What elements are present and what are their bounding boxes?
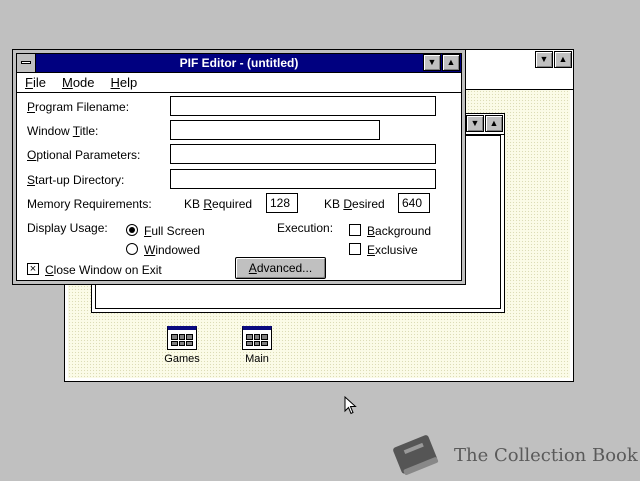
menu-mode[interactable]: Mode	[54, 75, 103, 90]
group-icon-main[interactable]: Main	[227, 326, 287, 365]
startup-directory-label: Start-up Directory:	[27, 173, 125, 187]
window-title: PIF Editor - (untitled)	[179, 56, 299, 70]
window-title-label: Window Title:	[27, 124, 99, 138]
exclusive-label[interactable]: Exclusive	[367, 243, 418, 257]
exclusive-checkbox[interactable]	[349, 243, 361, 255]
memory-requirements-label: Memory Requirements:	[27, 197, 152, 211]
group-minimize-button[interactable]: ▼	[466, 115, 484, 132]
program-group-icon	[242, 326, 272, 350]
optional-parameters-input[interactable]	[170, 144, 436, 164]
optional-parameters-label: Optional Parameters:	[27, 148, 141, 162]
checked-x-icon: ×	[29, 263, 37, 275]
system-menu-button[interactable]	[17, 54, 36, 72]
windowed-label[interactable]: Windowed	[144, 243, 200, 257]
triangle-up-icon: ▲	[489, 118, 499, 128]
windowed-radio[interactable]	[126, 243, 138, 255]
close-on-exit-label[interactable]: Close Window on Exit	[45, 263, 162, 277]
display-usage-label: Display Usage:	[27, 221, 108, 235]
menu-bar: File Mode Help	[17, 73, 461, 93]
minimize-button[interactable]: ▼	[423, 54, 441, 71]
mouse-pointer-icon	[344, 396, 357, 415]
background-label[interactable]: Background	[367, 224, 431, 238]
window-title-input[interactable]	[170, 120, 380, 140]
program-filename-input[interactable]	[170, 96, 436, 116]
kb-desired-input[interactable]	[398, 193, 430, 213]
maximize-button[interactable]: ▲	[442, 54, 460, 71]
maximize-button[interactable]: ▲	[554, 51, 572, 68]
advanced-button[interactable]: Advanced...	[235, 257, 326, 279]
group-maximize-button[interactable]: ▲	[485, 115, 503, 132]
program-group-icon	[167, 326, 197, 350]
kb-desired-label: KB Desired	[324, 197, 385, 211]
watermark-text: The Collection Book	[454, 445, 638, 466]
group-icon-games[interactable]: Games	[152, 326, 212, 365]
triangle-up-icon: ▲	[558, 54, 568, 64]
kb-required-label: KB Required	[184, 197, 253, 211]
background-checkbox[interactable]	[349, 224, 361, 236]
full-screen-label[interactable]: Full Screen	[144, 224, 205, 238]
triangle-down-icon: ▼	[539, 54, 549, 64]
close-on-exit-checkbox[interactable]: ×	[27, 263, 39, 275]
menu-help[interactable]: Help	[103, 75, 146, 90]
pif-editor-window: PIF Editor - (untitled) ▼ ▲ File Mode He…	[12, 49, 466, 285]
group-icon-label: Games	[164, 353, 200, 365]
execution-label: Execution:	[277, 221, 334, 235]
minimize-button[interactable]: ▼	[535, 51, 553, 68]
pif-editor-form: Program Filename: Window Title: Optional…	[17, 93, 461, 280]
kb-required-input[interactable]	[266, 193, 298, 213]
triangle-down-icon: ▼	[470, 118, 480, 128]
watermark: The Collection Book	[388, 430, 638, 478]
program-filename-label: Program Filename:	[27, 100, 130, 114]
group-icon-label: Main	[245, 353, 269, 365]
menu-file[interactable]: File	[17, 75, 54, 90]
book-icon	[393, 435, 439, 475]
startup-directory-input[interactable]	[170, 169, 436, 189]
triangle-up-icon: ▲	[446, 57, 456, 67]
full-screen-radio[interactable]	[126, 224, 138, 236]
triangle-down-icon: ▼	[427, 57, 437, 67]
pif-editor-title-bar[interactable]: PIF Editor - (untitled) ▼ ▲	[17, 54, 461, 73]
